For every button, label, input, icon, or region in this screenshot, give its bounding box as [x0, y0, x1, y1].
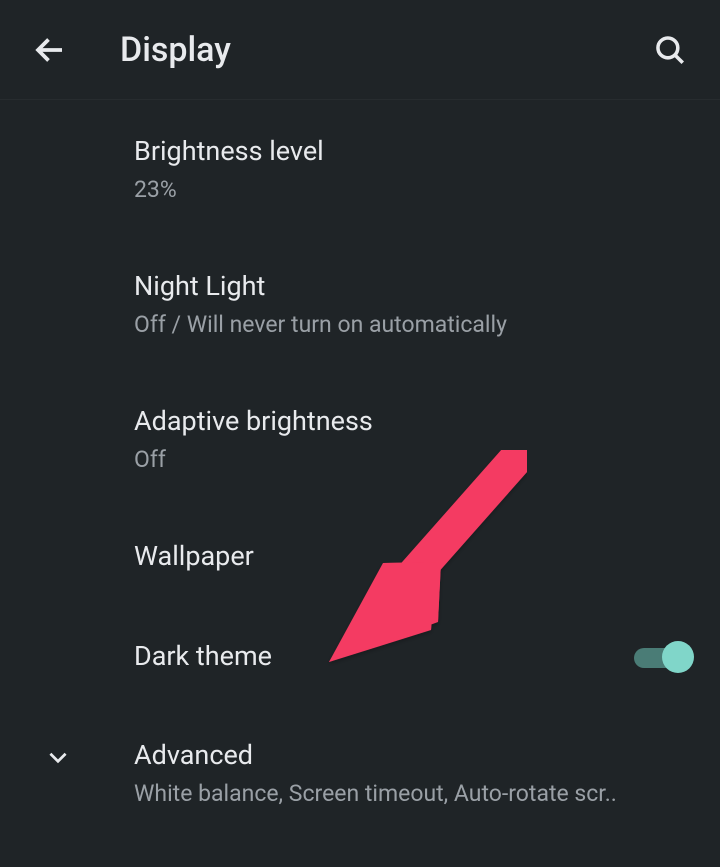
night-light-subtitle: Off / Will never turn on automatically — [134, 310, 689, 340]
dark-theme-item[interactable]: Dark theme — [134, 604, 696, 704]
chevron-down-icon — [45, 744, 71, 770]
app-header: Display — [0, 0, 720, 100]
back-button[interactable] — [28, 28, 72, 72]
dark-theme-switch[interactable] — [634, 638, 690, 674]
brightness-level-item[interactable]: Brightness level 23% — [134, 100, 696, 235]
settings-list: Brightness level 23% Night Light Off / W… — [0, 100, 720, 839]
night-light-item[interactable]: Night Light Off / Will never turn on aut… — [134, 235, 696, 370]
adaptive-subtitle: Off — [134, 445, 689, 475]
advanced-subtitle: White balance, Screen timeout, Auto-rota… — [134, 779, 689, 809]
wallpaper-title: Wallpaper — [134, 539, 696, 574]
wallpaper-item[interactable]: Wallpaper — [134, 505, 696, 604]
brightness-title: Brightness level — [134, 134, 696, 169]
adaptive-brightness-item[interactable]: Adaptive brightness Off — [134, 370, 696, 505]
night-light-title: Night Light — [134, 269, 696, 304]
dark-theme-title: Dark theme — [134, 639, 634, 674]
brightness-subtitle: 23% — [134, 175, 689, 205]
page-title: Display — [120, 30, 648, 70]
advanced-title: Advanced — [134, 738, 696, 773]
search-icon — [653, 33, 687, 67]
adaptive-title: Adaptive brightness — [134, 404, 696, 439]
advanced-item[interactable]: Advanced White balance, Screen timeout, … — [38, 704, 696, 839]
switch-thumb — [662, 641, 694, 673]
arrow-left-icon — [32, 32, 68, 68]
search-button[interactable] — [648, 28, 692, 72]
expand-chevron — [38, 744, 78, 770]
